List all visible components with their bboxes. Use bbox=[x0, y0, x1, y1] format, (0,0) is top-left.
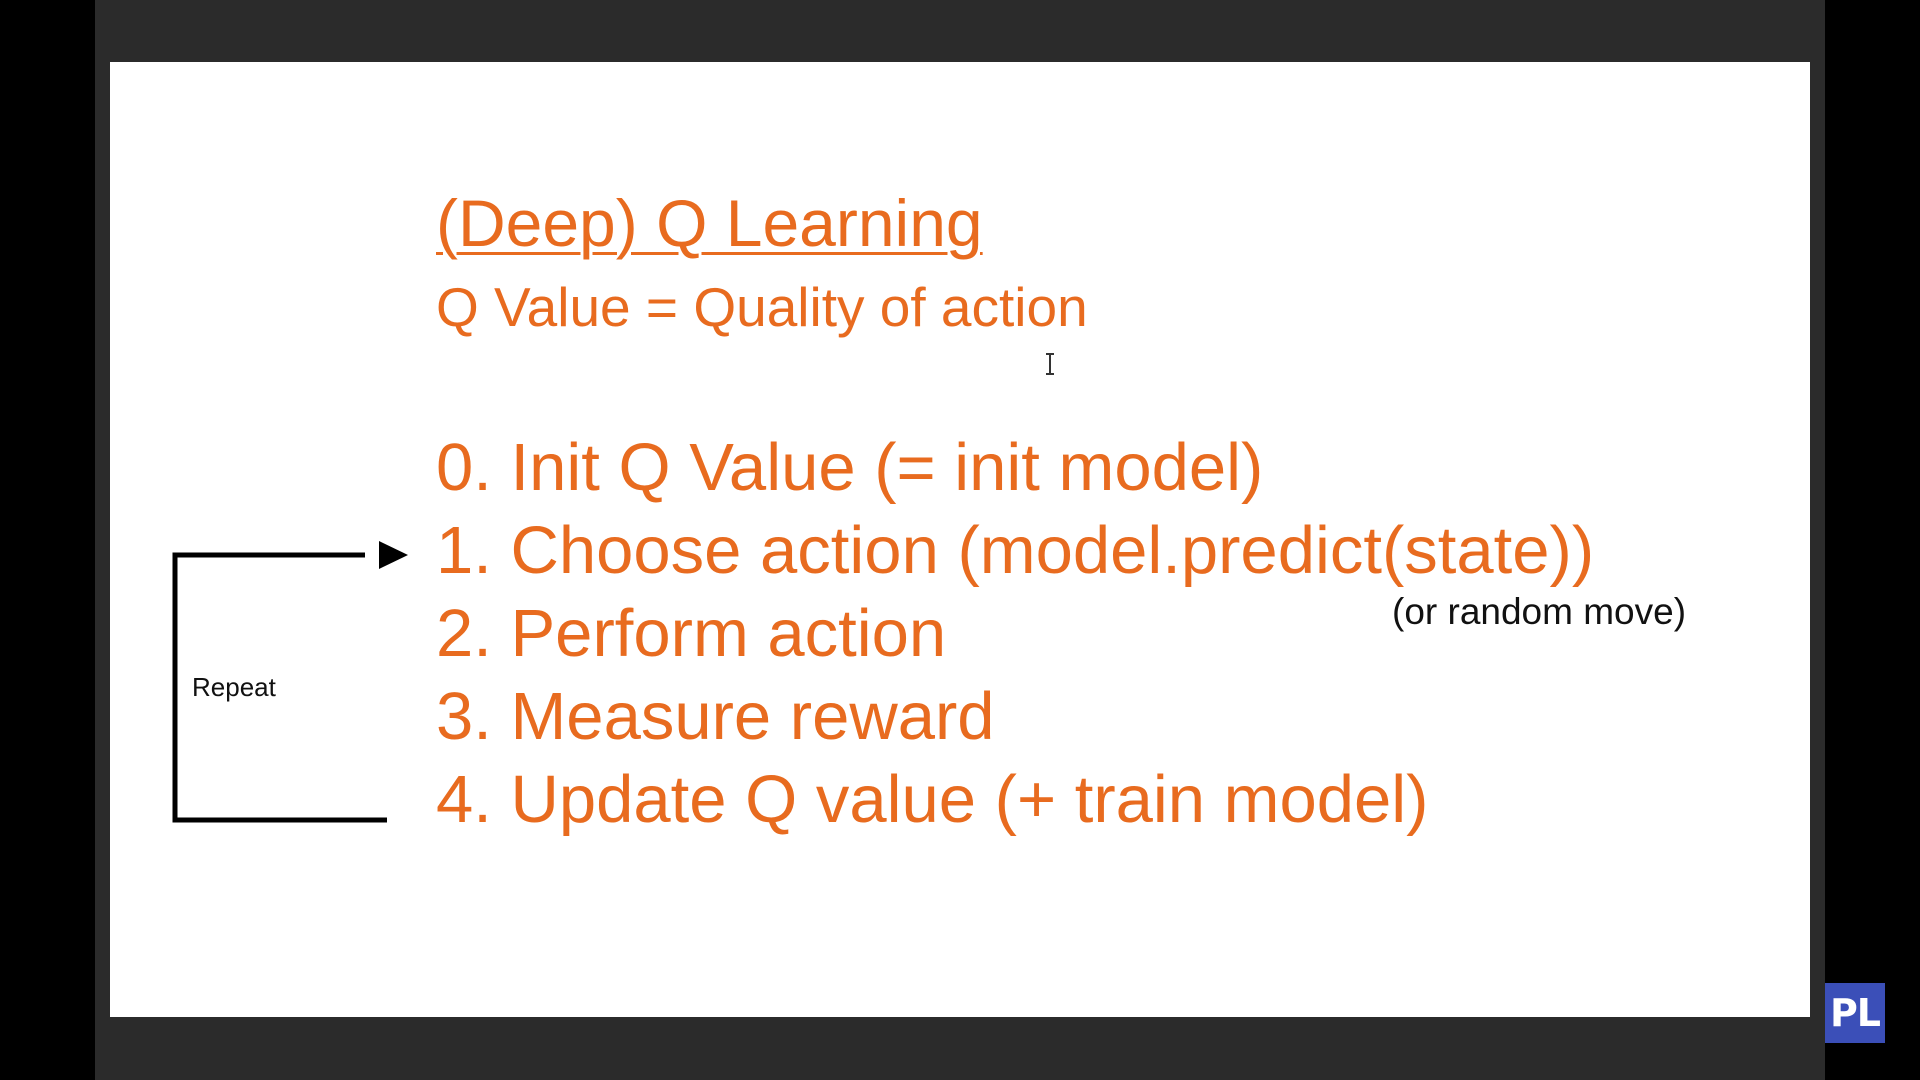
video-stage: (Deep) Q Learning Q Value = Quality of a… bbox=[0, 0, 1920, 1080]
step-item-measure-reward: 3. Measure reward bbox=[436, 679, 995, 754]
step-item-update-q: 4. Update Q value (+ train model) bbox=[436, 762, 1429, 837]
random-move-note: (or random move) bbox=[1392, 591, 1687, 632]
step-item-choose-action: 1. Choose action (model.predict(state)) bbox=[436, 513, 1595, 588]
text-cursor-icon bbox=[1046, 353, 1054, 375]
steps-list: 0. Init Q Value (= init model) 1. Choose… bbox=[436, 430, 1594, 845]
slide-subtitle: Q Value = Quality of action bbox=[436, 276, 1088, 338]
repeat-label: Repeat bbox=[192, 672, 276, 702]
slide-title: (Deep) Q Learning bbox=[436, 186, 983, 260]
channel-logo: PL bbox=[1825, 983, 1885, 1043]
step-item-init: 0. Init Q Value (= init model) bbox=[436, 430, 1264, 505]
